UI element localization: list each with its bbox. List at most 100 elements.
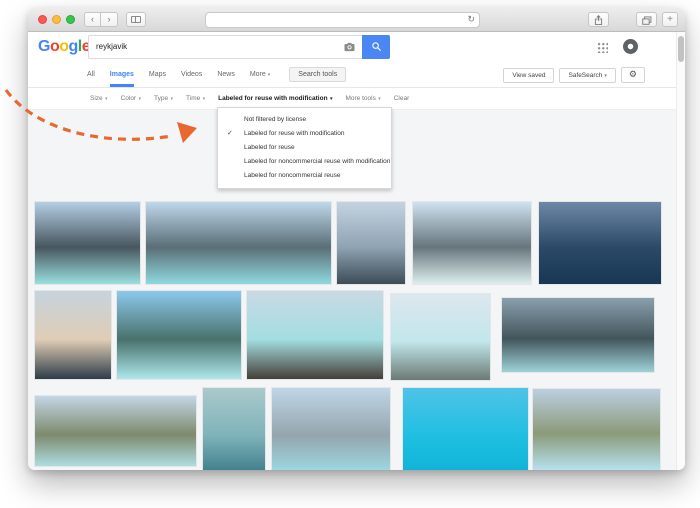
share-button[interactable] [588, 12, 609, 27]
filter-more-tools[interactable]: More tools ▾ [345, 95, 380, 102]
search-query-text: reykjavik [96, 36, 127, 58]
menu-item-labeled-for-reuse-with-modification[interactable]: ✓ Labeled for reuse with modification [218, 127, 391, 141]
avatar[interactable] [623, 39, 638, 54]
tabs-overview-icon [642, 16, 652, 25]
view-saved-button[interactable]: View saved [503, 68, 554, 83]
forward-icon: › [108, 14, 111, 24]
back-button[interactable]: ‹ [84, 12, 101, 27]
tab-label: More [250, 71, 266, 78]
menu-item-label: Labeled for noncommercial reuse with mod… [244, 158, 390, 165]
menu-item-label: Labeled for noncommercial reuse [244, 172, 340, 179]
image-thumbnail-7[interactable] [117, 291, 241, 379]
filter-clear[interactable]: Clear [394, 95, 410, 102]
menu-item-label: Labeled for reuse with modification [244, 130, 344, 137]
filter-label: More tools [345, 95, 375, 102]
filter-label: Clear [394, 95, 410, 102]
tab-news[interactable]: News [217, 62, 235, 87]
screenshot-stage: ‹ › ↻ [0, 0, 700, 508]
tab-videos[interactable]: Videos [181, 62, 202, 87]
filter-label: Color [121, 95, 137, 102]
image-thumbnail-10[interactable] [502, 298, 654, 372]
logo-letter: o [59, 38, 68, 55]
filter-label: Labeled for reuse with modification [218, 95, 327, 102]
filter-size[interactable]: Size ▾ [90, 95, 108, 102]
new-tab-button[interactable]: + [662, 12, 678, 27]
search-submit-button[interactable] [362, 35, 390, 59]
safesearch-button[interactable]: SafeSearch▾ [559, 68, 615, 83]
filter-color[interactable]: Color ▾ [121, 95, 141, 102]
chevron-down-icon: ▾ [268, 72, 271, 78]
sidebar-button[interactable] [126, 12, 146, 27]
page-scrollbar-track[interactable] [676, 32, 685, 470]
image-thumbnail-5[interactable] [539, 202, 661, 284]
sidebar-icon [131, 16, 141, 23]
refresh-icon[interactable]: ↻ [467, 14, 475, 25]
tab-all[interactable]: All [87, 62, 95, 87]
tab-more[interactable]: More▾ [250, 62, 270, 87]
chevron-down-icon: ▾ [604, 73, 607, 79]
tab-images[interactable]: Images [110, 62, 134, 87]
image-thumbnail-1[interactable] [35, 202, 140, 284]
view-saved-label: View saved [512, 72, 545, 79]
menu-item-labeled-for-noncommercial-reuse-with-modification[interactable]: Labeled for noncommercial reuse with mod… [218, 155, 391, 169]
chevron-down-icon: ▾ [377, 96, 381, 102]
tab-label: Videos [181, 71, 202, 78]
page-scrollbar-thumb[interactable] [678, 36, 684, 62]
show-all-tabs-button[interactable] [636, 12, 657, 27]
logo-letter: G [38, 38, 50, 55]
google-logo[interactable]: Google [38, 38, 90, 56]
tab-maps[interactable]: Maps [149, 62, 166, 87]
filter-label: Time [186, 95, 200, 102]
plus-icon: + [667, 14, 673, 25]
image-thumbnail-9[interactable] [391, 294, 490, 380]
image-thumbnail-13[interactable] [272, 388, 390, 470]
chevron-down-icon: ▾ [329, 96, 333, 102]
image-thumbnail-3[interactable] [337, 202, 405, 284]
tab-label: Images [110, 71, 134, 78]
menu-item-labeled-for-reuse[interactable]: Labeled for reuse [218, 141, 391, 155]
image-thumbnail-4[interactable] [413, 202, 531, 284]
image-thumbnail-12[interactable] [203, 388, 265, 470]
chevron-down-icon: ▾ [169, 96, 173, 102]
menu-item-not-filtered-by-license[interactable]: Not filtered by license [218, 113, 391, 127]
image-thumbnail-6[interactable] [35, 291, 111, 379]
forward-button[interactable]: › [101, 12, 118, 27]
image-thumbnail-11[interactable] [35, 396, 196, 466]
page-content: Google reykjavik [28, 32, 685, 470]
search-box[interactable]: reykjavik [88, 35, 390, 59]
close-window-button[interactable] [38, 15, 47, 24]
camera-search-icon[interactable] [344, 42, 355, 52]
history-nav-group: ‹ › [84, 12, 118, 27]
filter-time[interactable]: Time ▾ [186, 95, 205, 102]
filter-type[interactable]: Type ▾ [154, 95, 173, 102]
back-icon: ‹ [91, 14, 94, 24]
tab-label: Maps [149, 71, 166, 78]
image-thumbnail-15[interactable] [533, 389, 660, 470]
search-icon [371, 41, 382, 52]
google-header: Google reykjavik [28, 32, 685, 62]
tab-label: News [217, 71, 235, 78]
settings-button[interactable]: ⚙ [621, 67, 645, 83]
nav-tabs: All Images Maps Videos News More▾ [87, 62, 285, 87]
zoom-window-button[interactable] [66, 15, 75, 24]
filter-labeled-for-reuse-with-modification[interactable]: Labeled for reuse with modification ▾ [218, 95, 332, 102]
search-tools-button[interactable]: Search tools [289, 67, 346, 82]
browser-titlebar: ‹ › ↻ [28, 8, 685, 32]
minimize-window-button[interactable] [52, 15, 61, 24]
apps-grid-icon[interactable] [597, 42, 608, 53]
results-navbar: AllImagesMapsVideosNewsMore▾ Search tool… [28, 62, 685, 88]
checkmark-icon: ✓ [227, 127, 233, 141]
gear-icon: ⚙ [629, 69, 637, 79]
nav-right-controls: View saved SafeSearch▾ ⚙ [503, 62, 645, 88]
image-thumbnail-2[interactable] [146, 202, 331, 284]
chevron-down-icon: ▾ [201, 96, 205, 102]
filter-label: Size [90, 95, 103, 102]
browser-window: ‹ › ↻ [28, 8, 685, 470]
safesearch-label: SafeSearch [568, 72, 602, 79]
image-thumbnail-8[interactable] [247, 291, 383, 379]
tab-label: All [87, 71, 95, 78]
address-bar[interactable]: ↻ [205, 12, 480, 28]
menu-item-labeled-for-noncommercial-reuse[interactable]: Labeled for noncommercial reuse [218, 169, 391, 183]
image-thumbnail-14[interactable] [403, 388, 528, 470]
license-filter-dropdown: Not filtered by license✓Labeled for reus… [217, 107, 392, 189]
